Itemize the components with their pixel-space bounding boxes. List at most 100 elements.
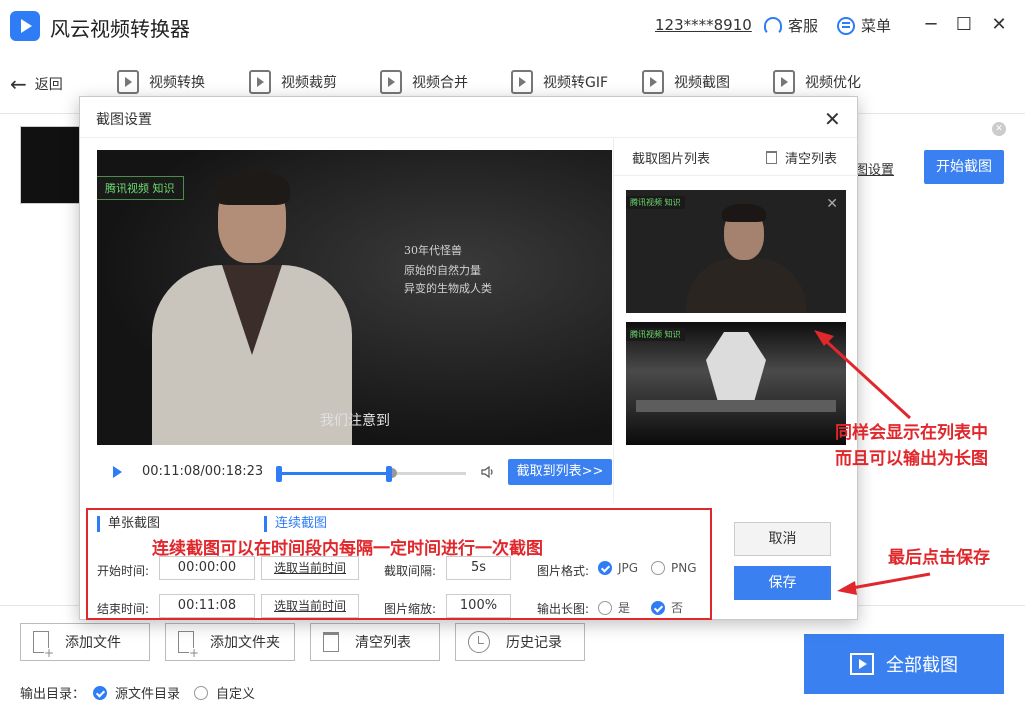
long-image-no-radio[interactable] [651,600,665,615]
tab-single-capture[interactable]: 单张截图 [97,516,160,532]
end-time-input[interactable]: 00:11:08 [159,594,255,618]
app-title: 风云视频转换器 [50,17,190,41]
list-annotation-line-1: 同样会显示在列表中 [835,423,988,443]
menu-label: 菜单 [861,17,892,35]
volume-icon[interactable] [480,464,496,480]
remove-thumbnail-icon[interactable]: ✕ [826,196,838,212]
output-directory-row: 输出目录： 源文件目录 自定义 [20,683,255,702]
maximize-button[interactable]: ☐ [953,14,975,36]
capture-all-label: 全部截图 [886,655,958,676]
dialog-close-button[interactable]: ✕ [824,109,841,129]
player-controls: 00:11:08/00:18:23 截取到列表>> [113,459,613,485]
add-folder-button[interactable]: 添加文件夹 [165,623,295,661]
menu-button[interactable]: 菜单 [837,15,891,36]
remove-file-icon[interactable]: ✕ [992,122,1006,136]
video-convert-icon [117,70,139,94]
list-divider [614,175,858,176]
tool-video-crop[interactable]: 视频裁剪 [249,70,337,94]
end-time-label: 结束时间: [97,602,150,616]
trash-icon [766,151,777,164]
video-crop-icon [249,70,271,94]
capture-all-button[interactable]: 全部截图 [804,634,1004,694]
account-link[interactable]: 123****8910 [655,16,752,34]
thumbnail-logo-badge: 腾讯视频 知识 [626,196,685,209]
clear-capture-list-label: 清空列表 [785,152,838,167]
video-caption-1: 30年代怪兽 [404,244,462,257]
add-file-button[interactable]: 添加文件 [20,623,150,661]
output-label: 输出目录： [20,687,86,702]
progress-track[interactable] [276,468,466,478]
gif-icon [511,70,533,94]
back-label: 返回 [34,77,63,93]
cancel-button[interactable]: 取消 [734,522,831,556]
customer-service-button[interactable]: 客服 [764,15,818,36]
save-annotation: 最后点击保存 [888,548,990,568]
long-image-no-label: 否 [671,601,684,615]
thumbnail-logo-badge: 腾讯视频 知识 [626,328,685,341]
tool-label: 视频转换 [149,75,205,91]
clock-icon [468,631,490,653]
start-capture-button[interactable]: 开始截图 [924,150,1004,184]
video-person-figure [152,171,352,445]
add-file-label: 添加文件 [65,635,121,651]
history-button[interactable]: 历史记录 [455,623,585,661]
video-merge-icon [380,70,402,94]
clear-list-button[interactable]: 清空列表 [310,623,440,661]
long-image-yes-label: 是 [618,601,631,615]
pick-current-time-end-button[interactable]: 选取当前时间 [261,594,359,618]
interval-input[interactable]: 5s [446,556,511,580]
video-caption-3: 异变的生物成人类 [404,282,492,295]
optimize-icon [773,70,795,94]
scale-input[interactable]: 100% [446,594,511,618]
output-source-radio[interactable] [93,685,108,700]
long-image-no-option[interactable]: 否 [651,599,683,616]
customer-service-label: 客服 [788,17,819,35]
tool-video-gif[interactable]: 视频转GIF [511,70,608,94]
app-logo-icon [10,11,40,41]
tool-label: 视频裁剪 [281,75,337,91]
save-button[interactable]: 保存 [734,566,831,600]
tool-video-convert[interactable]: 视频转换 [117,70,205,94]
screenshot-settings-link[interactable]: 图设置 [855,159,894,178]
dialog-title: 截图设置 [96,112,152,128]
add-folder-label: 添加文件夹 [210,635,280,651]
playback-time: 00:11:08/00:18:23 [142,464,264,479]
clip-start-marker[interactable] [276,466,282,482]
add-to-list-button[interactable]: 截取到列表>> [508,459,612,485]
video-subtitle: 我们注意到 [320,413,390,429]
format-jpg-label: JPG [618,561,639,575]
tool-video-screenshot[interactable]: 视频截图 [642,70,730,94]
capture-settings-panel: 单张截图 连续截图 连续截图可以在时间段内每隔一定时间进行一次截图 开始时间: … [86,508,712,620]
format-label: 图片格式: [537,564,590,578]
format-jpg-option[interactable]: JPG [598,561,638,575]
headset-icon [764,16,782,35]
minimize-button[interactable]: ─ [920,14,942,36]
capture-list-title: 截取图片列表 [632,152,711,167]
output-custom-radio[interactable] [194,685,209,700]
back-button[interactable]: ← 返回 [10,74,63,94]
capture-list-panel: 截取图片列表 清空列表 腾讯视频 知识 ✕ 腾讯视频 知识 [613,138,858,503]
format-png-radio[interactable] [651,561,665,575]
tool-video-optimize[interactable]: 视频优化 [773,70,861,94]
pick-current-time-start-button[interactable]: 选取当前时间 [261,556,359,580]
tool-video-merge[interactable]: 视频合并 [380,70,468,94]
back-arrow-icon: ← [10,72,27,96]
trash-icon [323,632,339,652]
tab-continuous-capture[interactable]: 连续截图 [264,516,327,532]
long-image-yes-option[interactable]: 是 [598,599,630,616]
window-close-button[interactable]: ✕ [988,14,1010,36]
menu-icon [837,16,855,35]
progress-fill [276,472,392,475]
format-jpg-radio[interactable] [598,561,612,575]
add-folder-icon [178,631,199,658]
capture-thumbnail-1[interactable]: 腾讯视频 知识 ✕ [626,190,846,313]
long-image-yes-radio[interactable] [598,600,612,615]
screenshot-settings-dialog: 截图设置 ✕ 腾讯视频 知识 30年代怪兽 原始的自然力量 异变的生物成人类 我… [79,96,858,620]
play-icon[interactable] [113,466,122,478]
format-png-option[interactable]: PNG [651,561,697,575]
clear-capture-list-button[interactable]: 清空列表 [766,148,837,167]
clip-end-marker[interactable] [385,466,392,482]
start-time-input[interactable]: 00:00:00 [159,556,255,580]
file-thumbnail[interactable] [20,126,82,204]
capture-thumbnail-2[interactable]: 腾讯视频 知识 [626,322,846,445]
